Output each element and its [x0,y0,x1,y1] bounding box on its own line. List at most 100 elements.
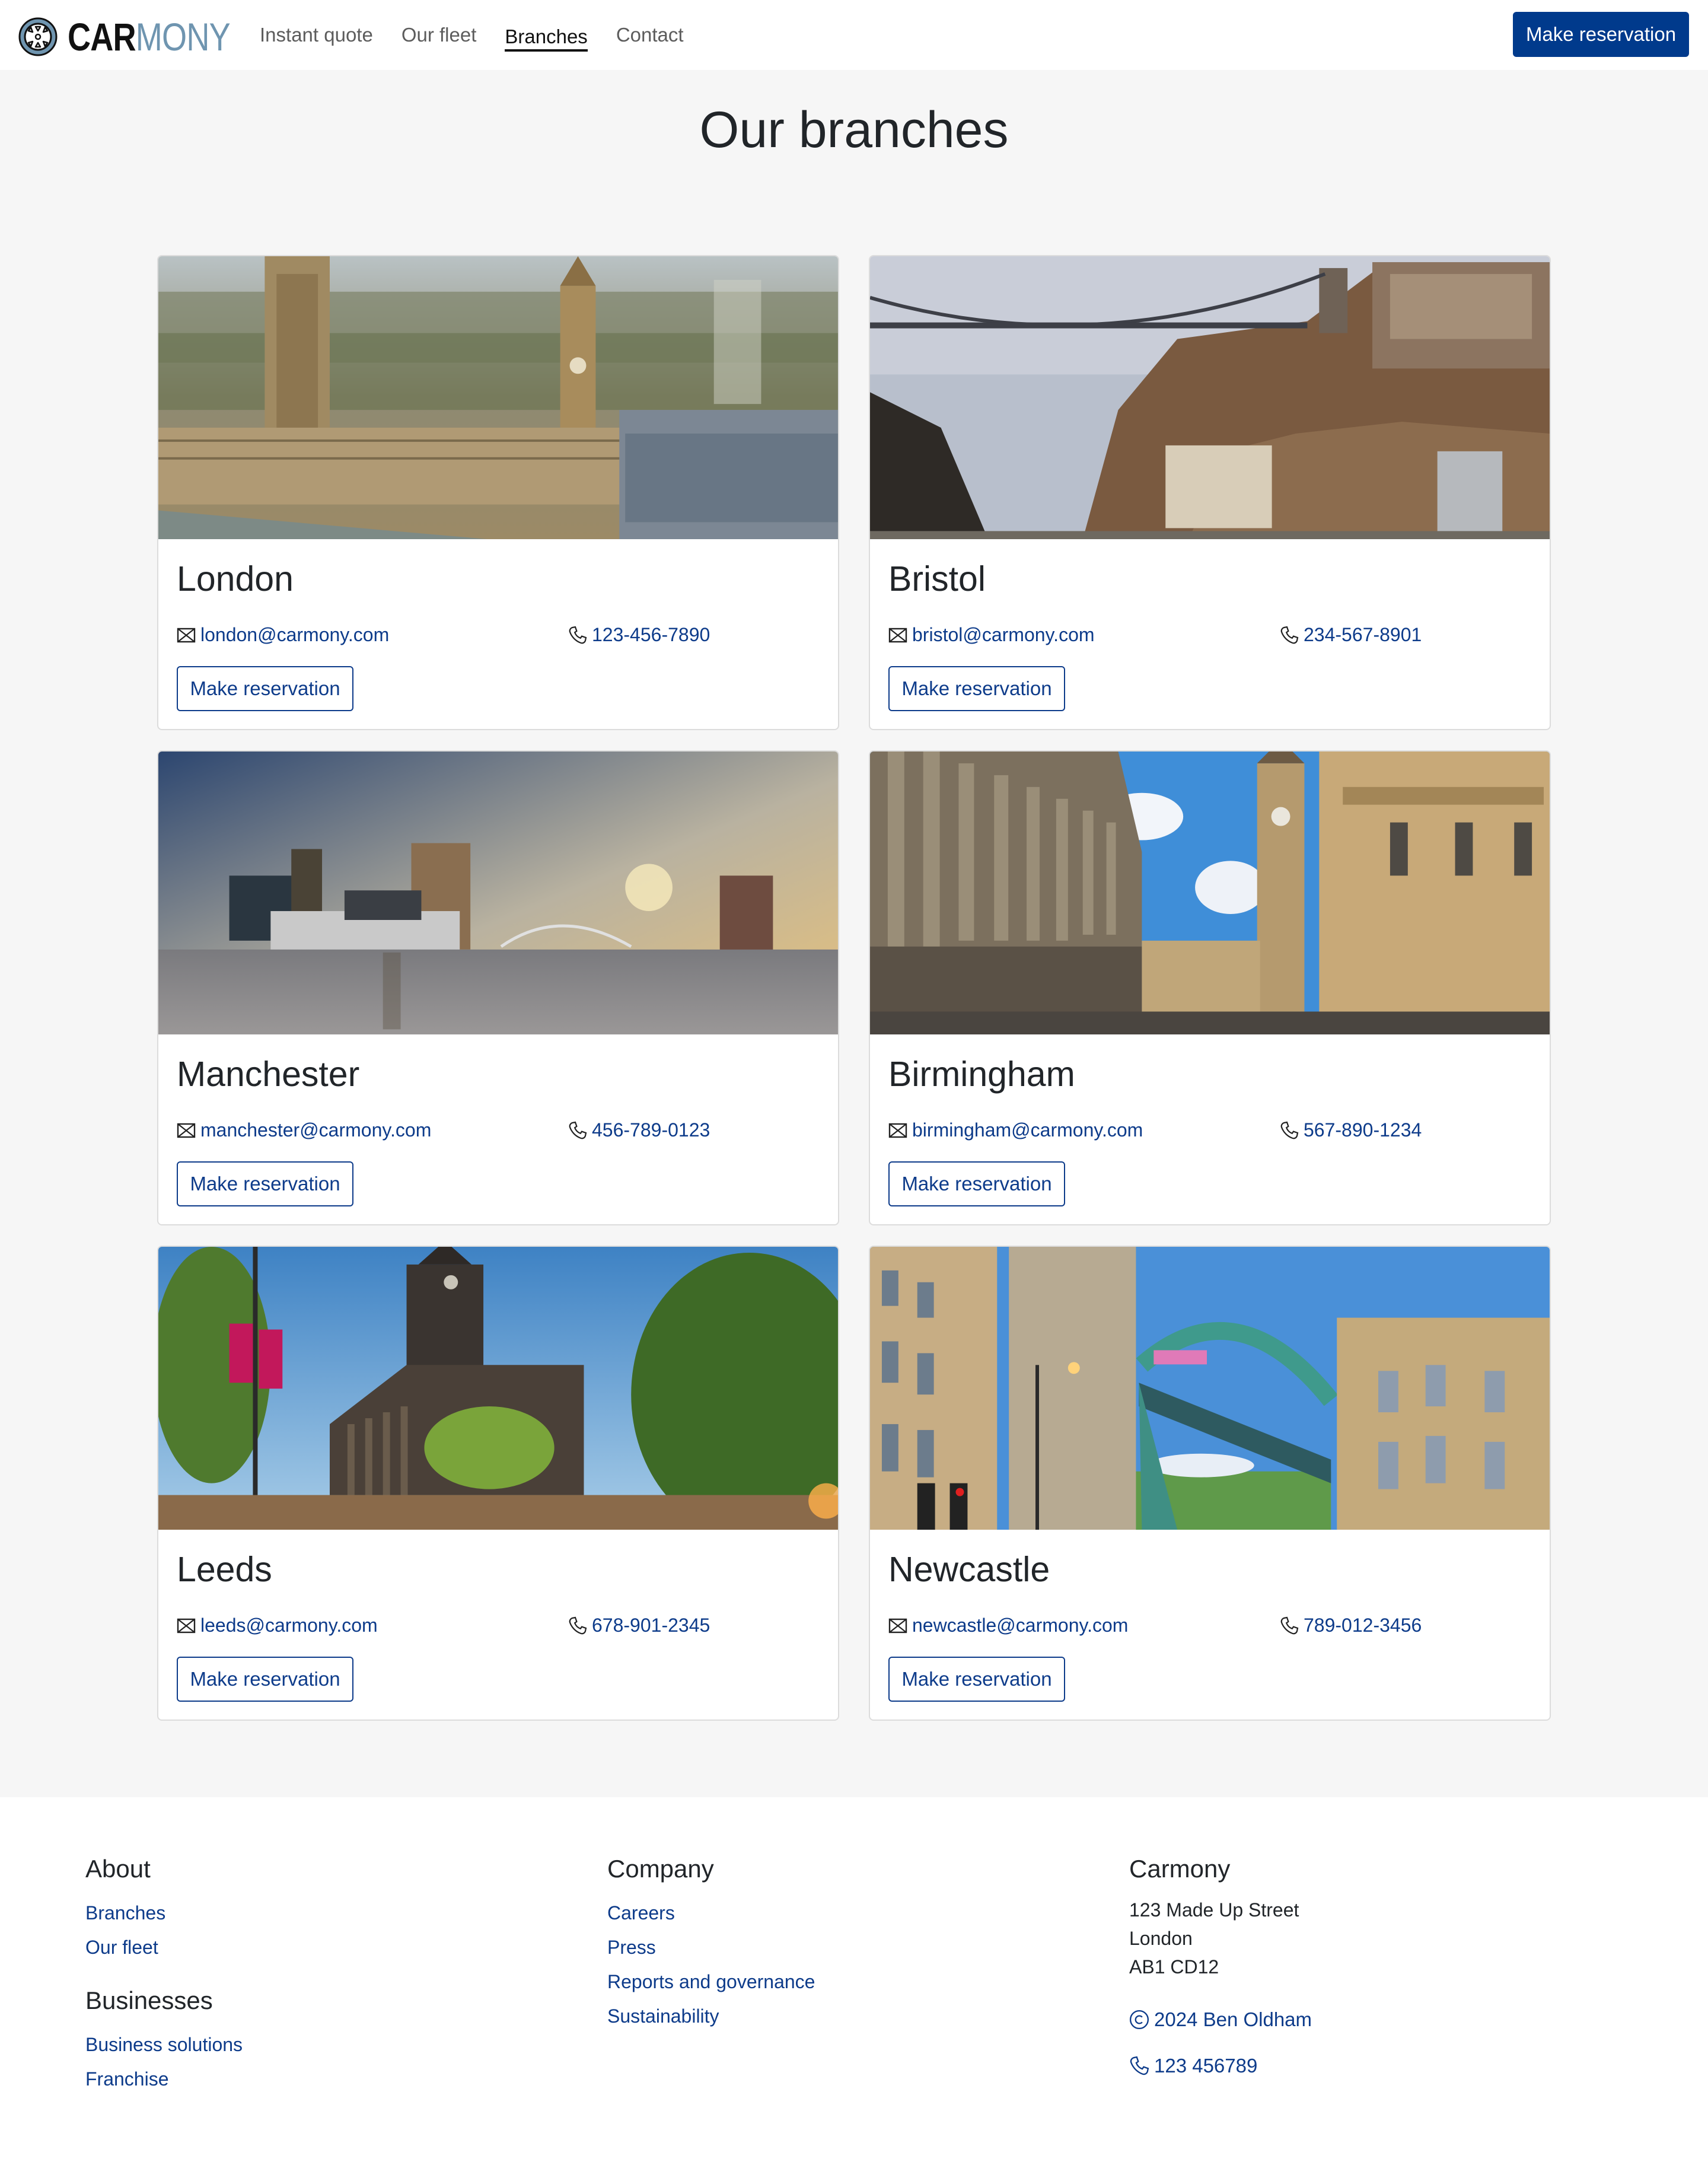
envelope-icon [177,1123,196,1138]
branch-name: Manchester [177,1055,360,1094]
footer-link-our-fleet[interactable]: Our fleet [85,1930,243,1964]
footer-copyright-link[interactable]: 2024 Ben Oldham [1129,2008,1312,2031]
footer-column-carmony: Carmony 123 Made Up Street London AB1 CD… [1129,1855,1312,2077]
branch-email-link[interactable]: newcastle@carmony.com [888,1615,1128,1636]
branch-email-link[interactable]: birmingham@carmony.com [888,1119,1143,1141]
phone-icon [569,1616,587,1634]
envelope-icon [888,1123,907,1138]
phone-icon [569,1121,587,1139]
phone-icon [1280,1121,1299,1139]
branch-phone-link[interactable]: 567-890-1234 [1280,1119,1422,1141]
branch-email-link[interactable]: bristol@carmony.com [888,624,1095,646]
branch-contact-row: bristol@carmony.com 234-567-8901 [888,624,1531,648]
branch-email-text: manchester@carmony.com [200,1119,432,1141]
branch-email-text: bristol@carmony.com [912,624,1095,645]
branch-email-text: birmingham@carmony.com [912,1119,1143,1141]
branch-name: Leeds [177,1550,272,1589]
branch-name: Birmingham [888,1055,1075,1094]
branch-make-reservation-button[interactable]: Make reservation [177,1657,353,1702]
branch-phone-link[interactable]: 456-789-0123 [568,1119,710,1141]
branch-phone-link[interactable]: 789-012-3456 [1280,1615,1422,1636]
branch-image-leeds [158,1247,838,1531]
branch-email-link[interactable]: leeds@carmony.com [177,1615,378,1636]
phone-icon [569,626,587,644]
branch-card-london: London london@carmony.com 123-456-7890 M… [157,255,839,730]
branch-image-newcastle [870,1247,1550,1531]
branch-email-text: leeds@carmony.com [200,1615,378,1636]
footer-link-sustainability[interactable]: Sustainability [607,1999,815,2033]
birmingham-square-image [870,752,1550,1035]
branch-card-leeds: Leeds leeds@carmony.com 678-901-2345 Mak… [157,1246,839,1721]
envelope-icon [888,1618,907,1633]
nav-link-instant-quote[interactable]: Instant quote [260,24,373,49]
main-content: Our branches London london@carmony.com 1… [0,70,1708,1797]
branch-phone-link[interactable]: 123-456-7890 [568,624,710,646]
leeds-town-hall-image [158,1247,838,1530]
branch-name: Bristol [888,559,986,598]
footer-copyright-text: 2024 Ben Oldham [1154,2008,1312,2031]
footer-link-franchise[interactable]: Franchise [85,2062,243,2096]
london-parliament-image [158,256,838,540]
footer-link-business-solutions[interactable]: Business solutions [85,2027,243,2062]
site-footer: About Branches Our fleet Businesses Busi… [0,1797,1708,2162]
branch-make-reservation-button[interactable]: Make reservation [177,1161,353,1206]
brand-name-part2: MONY [135,15,231,59]
branch-name: Newcastle [888,1550,1050,1589]
wheel-logo-icon [18,17,58,56]
brand-name: CARMONY [68,15,231,59]
footer-link-careers[interactable]: Careers [607,1896,815,1930]
footer-link-press[interactable]: Press [607,1930,815,1964]
branch-make-reservation-button[interactable]: Make reservation [177,666,353,711]
branch-make-reservation-button[interactable]: Make reservation [888,666,1065,711]
branch-phone-text: 456-789-0123 [592,1119,710,1141]
footer-phone-text: 123 456789 [1154,2055,1258,2077]
envelope-icon [177,628,196,642]
brand-logo-link[interactable]: CARMONY [18,17,266,57]
nav-link-our-fleet[interactable]: Our fleet [401,24,477,49]
footer-link-reports-governance[interactable]: Reports and governance [607,1964,815,1999]
footer-phone-link[interactable]: 123 456789 [1129,2055,1312,2077]
branch-image-bristol [870,256,1550,540]
bristol-bridge-image [870,256,1550,540]
branch-card-manchester: Manchester manchester@carmony.com 456-78… [157,750,839,1225]
header-make-reservation-button[interactable]: Make reservation [1513,12,1689,57]
branch-phone-text: 567-890-1234 [1304,1119,1422,1141]
footer-link-branches[interactable]: Branches [85,1896,243,1930]
branch-make-reservation-button[interactable]: Make reservation [888,1161,1065,1206]
branch-contact-row: manchester@carmony.com 456-789-0123 [177,1119,820,1143]
branch-make-reservation-button[interactable]: Make reservation [888,1657,1065,1702]
branch-contact-row: leeds@carmony.com 678-901-2345 [177,1615,820,1638]
branch-contact-row: london@carmony.com 123-456-7890 [177,624,820,648]
footer-address-line-3: AB1 CD12 [1129,1956,1219,1978]
branches-grid: London london@carmony.com 123-456-7890 M… [0,255,1708,1797]
branch-email-link[interactable]: london@carmony.com [177,624,389,646]
phone-icon [1130,2056,1149,2075]
footer-address-line-1: 123 Made Up Street [1129,1899,1299,1921]
branch-email-text: newcastle@carmony.com [912,1615,1129,1636]
branch-email-text: london@carmony.com [200,624,390,645]
footer-heading-company: Company [607,1855,714,1883]
footer-address-line-2: London [1129,1928,1193,1950]
branch-name: London [177,559,294,598]
nav-link-branches[interactable]: Branches [505,26,588,52]
phone-icon [1280,1616,1299,1634]
branch-card-birmingham: Birmingham birmingham@carmony.com 567-89… [869,750,1551,1225]
phone-icon [1280,626,1299,644]
top-navbar: CARMONY Instant quote Our fleet Branches… [0,0,1708,70]
branch-email-link[interactable]: manchester@carmony.com [177,1119,431,1141]
branch-card-bristol: Bristol bristol@carmony.com 234-567-8901… [869,255,1551,730]
branch-phone-link[interactable]: 234-567-8901 [1280,624,1422,646]
nav-links: Instant quote Our fleet Branches Contact [260,0,712,70]
branch-image-london [158,256,838,540]
footer-heading-carmony: Carmony [1129,1855,1231,1883]
brand-name-part1: CAR [68,15,136,59]
branch-contact-row: newcastle@carmony.com 789-012-3456 [888,1615,1531,1638]
branch-phone-text: 789-012-3456 [1304,1615,1422,1636]
branch-phone-link[interactable]: 678-901-2345 [568,1615,710,1636]
newcastle-tyne-bridge-image [870,1247,1550,1530]
envelope-icon [888,628,907,642]
page-title: Our branches [699,101,1009,158]
manchester-quays-image [158,752,838,1035]
copyright-icon [1129,2010,1149,2030]
nav-link-contact[interactable]: Contact [616,24,684,49]
